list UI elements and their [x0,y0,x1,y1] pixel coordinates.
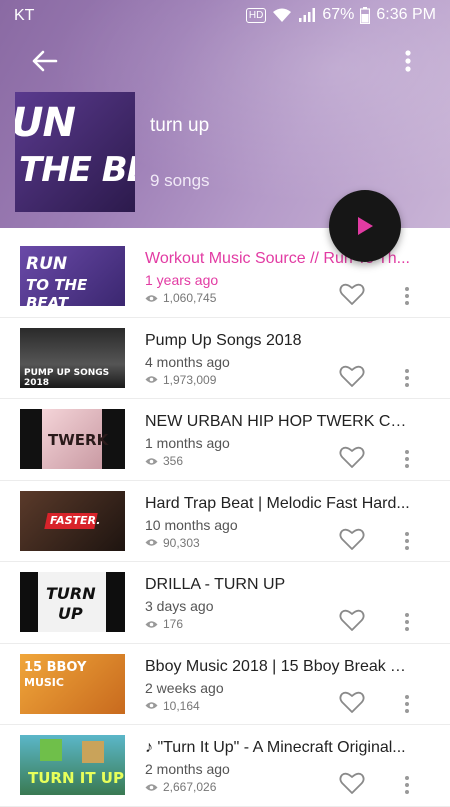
playlist-cover-art: UN THE BEA [15,92,135,212]
battery-icon [360,6,371,24]
views-count: 356 [163,454,184,468]
status-bar: KT HD 67% 6:36 PM [0,0,450,32]
song-title: ♪ "Turn It Up" - A Minecraft Original... [145,739,406,756]
eye-icon [145,457,158,465]
more-vertical-icon [405,776,409,794]
more-vertical-icon [405,50,411,72]
song-age: 3 days ago [145,598,214,614]
eye-icon [145,702,158,709]
carrier-label: KT [14,7,35,24]
views-count: 2,667,026 [163,780,217,794]
views-count: 176 [163,617,184,631]
more-vertical-icon [405,287,409,305]
more-vertical-icon [405,613,409,631]
song-views: 176 [145,617,183,631]
eye-icon [145,783,158,791]
song-row[interactable]: 15 BBOY MUSIC Bboy Music 2018 | 15 Bboy … [0,644,450,725]
song-more-button[interactable] [403,368,411,388]
song-thumbnail: RUN TO THE BEAT [20,246,125,306]
song-thumbnail: TWERK [20,409,125,469]
song-thumbnail: TURN IT UP [20,735,125,795]
song-title: NEW URBAN HIP HOP TWERK CLUB... [145,413,415,430]
song-row[interactable]: FASTER. Hard Trap Beat | Melodic Fast Ha… [0,481,450,562]
more-vertical-icon [405,694,409,713]
song-thumbnail: 15 BBOY MUSIC [20,653,125,714]
song-age: 1 years ago [145,272,219,288]
song-views: 2,667,026 [145,780,216,794]
song-row[interactable]: TWERK NEW URBAN HIP HOP TWERK CLUB... 1 … [0,399,450,481]
more-vertical-icon [405,450,409,468]
song-views: 1,060,745 [145,291,216,305]
wifi-icon [272,7,292,23]
like-button[interactable] [339,364,365,388]
song-views: 1,973,009 [145,373,216,387]
song-more-button[interactable] [403,694,411,714]
like-button[interactable] [339,445,365,469]
views-count: 10,164 [163,698,200,713]
song-list: RUN TO THE BEAT Workout Music Source // … [0,236,450,807]
song-thumbnail: PUMP UP SONGS 2018 [20,327,125,388]
song-age: 2 months ago [145,761,230,777]
like-button[interactable] [339,608,365,632]
back-button[interactable] [28,46,62,76]
more-vertical-icon [405,368,409,387]
song-title: DRILLA - TURN UP [145,576,286,593]
like-button[interactable] [339,527,365,551]
eye-icon [145,376,158,383]
song-row[interactable]: TURN IT UP ♪ "Turn It Up" - A Minecraft … [0,725,450,807]
heart-outline-icon [339,772,365,794]
views-count: 90,303 [163,535,200,550]
song-row[interactable]: TURN UP DRILLA - TURN UP 3 days ago 176 [0,562,450,644]
play-icon [358,217,373,235]
song-title: Hard Trap Beat | Melodic Fast Hard... [145,494,410,512]
song-age: 10 months ago [145,516,238,533]
eye-icon [145,620,158,628]
more-vertical-icon [405,531,409,550]
heart-outline-icon [339,609,365,631]
like-button[interactable] [339,771,365,795]
song-more-button[interactable] [403,775,411,795]
header-more-button[interactable] [402,48,414,76]
like-button[interactable] [339,690,365,714]
song-views: 356 [145,454,183,468]
song-more-button[interactable] [403,449,411,469]
cover-art-text-bottom: THE BEA [19,150,135,190]
song-more-button[interactable] [403,612,411,632]
song-views: 90,303 [145,536,200,550]
song-thumbnail: TURN UP [20,572,125,632]
hd-icon: HD [245,7,267,23]
song-title: Bboy Music 2018 | 15 Bboy Break Tu... [145,657,415,675]
heart-outline-icon [339,528,365,550]
song-age: 2 weeks ago [145,679,224,696]
song-more-button[interactable] [403,286,411,306]
song-views: 10,164 [145,699,200,713]
eye-icon [145,539,158,546]
song-count: 9 songs [150,171,210,190]
playlist-title: turn up [150,115,210,136]
clock: 6:36 PM [376,6,436,23]
song-more-button[interactable] [403,531,411,551]
signal-icon [298,7,316,23]
song-thumbnail: FASTER. [20,490,125,551]
heart-outline-icon [339,283,365,305]
views-count: 1,973,009 [163,372,217,387]
battery-percent: 67% [322,6,355,23]
cover-art-text-top: UN [15,100,76,146]
song-age: 4 months ago [145,353,230,370]
arrow-left-icon [32,50,58,72]
song-age: 1 months ago [145,435,230,451]
views-count: 1,060,745 [163,291,217,305]
song-title: Pump Up Songs 2018 [145,331,302,349]
status-icons: HD 67% 6:36 PM [245,6,436,24]
play-all-button[interactable] [329,190,401,262]
like-button[interactable] [339,282,365,306]
heart-outline-icon [339,446,365,468]
heart-outline-icon [339,691,365,713]
eye-icon [145,294,158,302]
song-row[interactable]: PUMP UP SONGS 2018 Pump Up Songs 2018 4 … [0,318,450,399]
heart-outline-icon [339,365,365,387]
